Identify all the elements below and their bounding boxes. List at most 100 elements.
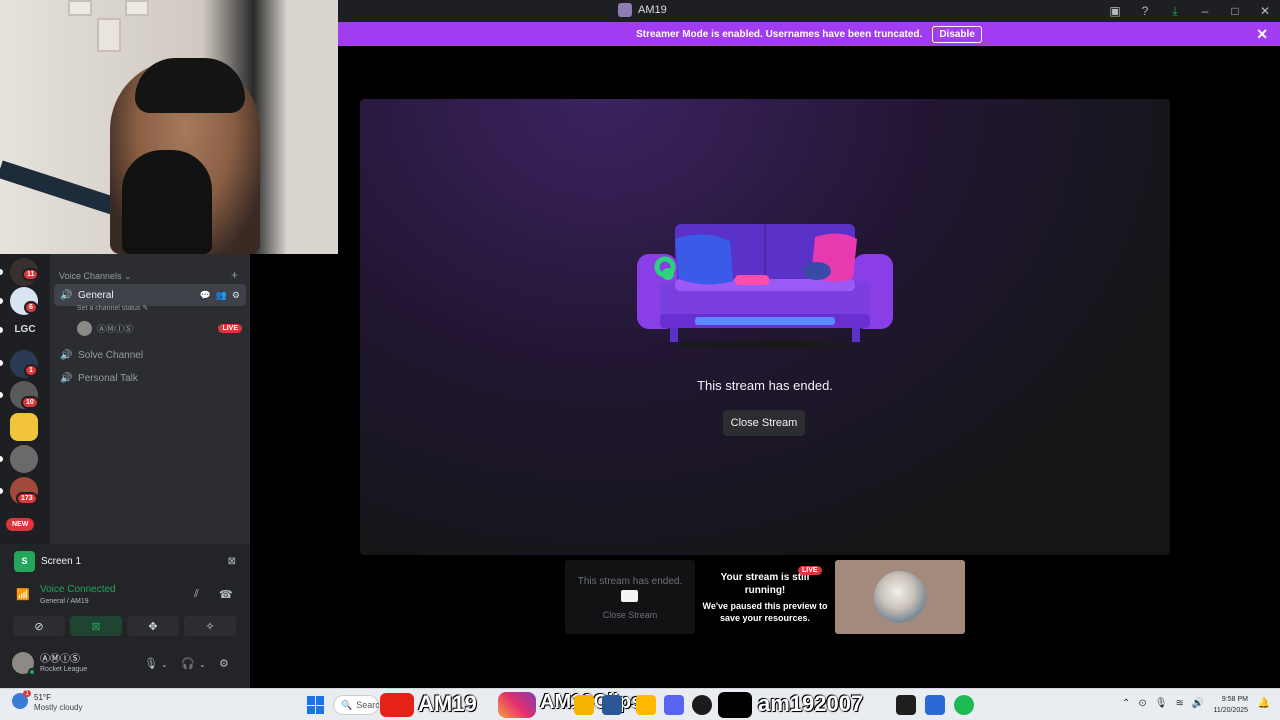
download-icon[interactable]: ⤓ bbox=[1160, 0, 1190, 22]
channel-status[interactable]: Set a channel status ✎ bbox=[77, 304, 148, 312]
soundboard-button[interactable]: ✧ bbox=[184, 616, 236, 636]
microphone bbox=[122, 150, 212, 254]
title-bar: AM19 ▣ ? ⤓ – □ ✕ bbox=[338, 0, 1280, 22]
signal-icon[interactable]: 📶 bbox=[16, 588, 30, 601]
mention-badge: 6 bbox=[24, 301, 38, 314]
gear-icon[interactable]: ⚙ bbox=[232, 290, 240, 301]
couch-illustration bbox=[637, 224, 893, 349]
invite-icon[interactable]: 👥 bbox=[216, 290, 227, 301]
close-icon[interactable]: ✕ bbox=[1256, 26, 1268, 43]
gear-icon[interactable]: ⚙ bbox=[219, 657, 229, 670]
user-name: ⒶⓂⒾⓈ bbox=[40, 653, 80, 665]
steam-icon[interactable] bbox=[692, 695, 712, 715]
pencil-icon: ✎ bbox=[142, 305, 149, 312]
user-area[interactable]: ⒶⓂⒾⓈ Rocket League bbox=[12, 652, 88, 676]
network-icon[interactable]: ⊙ bbox=[1138, 698, 1146, 709]
channel-solve[interactable]: 🔊 Solve Channel bbox=[54, 344, 246, 366]
mention-badge: 1 bbox=[24, 364, 38, 377]
microphone-icon[interactable]: 🎙 bbox=[144, 657, 158, 670]
unread-pill bbox=[0, 298, 3, 304]
camera-off-button[interactable]: ⊘ bbox=[13, 616, 65, 636]
close-icon[interactable]: ✕ bbox=[1250, 0, 1280, 22]
unread-pill bbox=[0, 269, 3, 275]
app-icon[interactable] bbox=[602, 695, 622, 715]
time: 9:58 PM bbox=[1221, 696, 1248, 703]
chevron-down-icon[interactable]: ⌄ bbox=[199, 660, 206, 669]
weather-icon: 1 bbox=[12, 690, 31, 709]
participant-tile[interactable] bbox=[835, 560, 965, 634]
shield-icon[interactable] bbox=[925, 695, 945, 715]
stream-preview-ended[interactable]: This stream has ended. Close Stream bbox=[565, 560, 695, 634]
online-status-dot bbox=[28, 668, 36, 676]
notification-icon[interactable]: 🔔 bbox=[1258, 698, 1270, 709]
youtube-icon bbox=[380, 693, 414, 717]
close-stream-button[interactable]: Close Stream bbox=[723, 410, 805, 436]
weather-condition: Mostly cloudy bbox=[34, 703, 83, 712]
mention-badge: 10 bbox=[21, 396, 39, 409]
screen-share-row[interactable]: S Screen 1 ⊠ bbox=[14, 550, 236, 572]
channel-general[interactable]: 🔊 General 💬 👥 ⚙ bbox=[54, 284, 246, 306]
discord-icon[interactable] bbox=[664, 695, 684, 715]
maximize-icon[interactable]: □ bbox=[1220, 0, 1250, 22]
search-icon: 🔍 bbox=[341, 699, 353, 710]
help-icon[interactable]: ? bbox=[1130, 0, 1160, 22]
channel-status-text: Set a channel status bbox=[77, 305, 141, 312]
stream-ended-card: This stream has ended. Close Stream bbox=[360, 99, 1170, 555]
window-title-text: AM19 bbox=[638, 4, 667, 16]
paused-subtitle: We've paused this preview to save your r… bbox=[702, 601, 828, 623]
screen-share-button[interactable]: ⊠ bbox=[70, 616, 122, 636]
chevron-up-icon[interactable]: ⌃ bbox=[1122, 698, 1130, 709]
search-box[interactable]: 🔍 Search bbox=[333, 695, 385, 715]
channel-personal-talk[interactable]: 🔊 Personal Talk bbox=[54, 367, 246, 389]
stream-preview-paused[interactable]: Your stream is still running! LIVE We've… bbox=[700, 560, 830, 634]
system-tray: ⌃ ⊙ 🎙 ≋ 🔊 bbox=[1122, 698, 1204, 709]
unread-pill bbox=[0, 392, 3, 398]
voice-panel: S Screen 1 ⊠ 📶 Voice Connected General /… bbox=[0, 544, 250, 688]
disconnect-icon[interactable]: ☎ bbox=[219, 588, 233, 601]
server-icon[interactable] bbox=[10, 445, 38, 473]
screen-label: Screen 1 bbox=[41, 555, 82, 567]
webcam-overlay bbox=[0, 0, 338, 254]
monitor-icon bbox=[621, 590, 638, 602]
taskbar: 1 51°F Mostly cloudy 🔍Search AM19 AM19Cl… bbox=[0, 688, 1280, 720]
tiktok-handle: am192007 bbox=[758, 691, 864, 716]
channel-name: Solve Channel bbox=[78, 349, 144, 361]
headphones-icon[interactable]: 🎧 bbox=[181, 657, 195, 670]
chevron-down-icon[interactable]: ⌄ bbox=[161, 660, 168, 669]
terminal-icon[interactable] bbox=[896, 695, 916, 715]
new-badge[interactable]: NEW bbox=[6, 518, 35, 531]
start-icon[interactable] bbox=[307, 696, 325, 714]
chat-icon[interactable]: 💬 bbox=[199, 290, 210, 301]
chevron-down-icon: ⌄ bbox=[124, 271, 132, 281]
disable-streamer-mode-button[interactable]: Disable bbox=[932, 25, 982, 43]
wifi-icon[interactable]: ≋ bbox=[1175, 698, 1183, 709]
mention-badge: 11 bbox=[22, 268, 40, 281]
chrome-icon[interactable] bbox=[574, 695, 594, 715]
preview-close-stream[interactable]: Close Stream bbox=[565, 610, 695, 620]
weather-widget[interactable]: 1 51°F Mostly cloudy bbox=[12, 690, 83, 713]
preview-ended-text: This stream has ended. bbox=[577, 576, 683, 587]
stop-share-icon[interactable]: ⊠ bbox=[228, 556, 236, 567]
voice-member[interactable]: ⒶⓂⒾⓈ LIVE bbox=[77, 320, 245, 336]
banner-text: Streamer Mode is enabled. Usernames have… bbox=[636, 28, 923, 40]
minimize-icon[interactable]: – bbox=[1190, 0, 1220, 22]
microphone-icon[interactable]: 🎙 bbox=[1155, 698, 1168, 709]
folder-icon[interactable] bbox=[636, 695, 656, 715]
category-header[interactable]: Voice Channels ⌄ bbox=[59, 271, 132, 282]
voice-channel-path[interactable]: General / AM19 bbox=[40, 598, 89, 605]
voice-status[interactable]: Voice Connected bbox=[40, 584, 116, 595]
avatar bbox=[12, 652, 36, 676]
clock[interactable]: 9:58 PM 11/20/2025 bbox=[1213, 694, 1248, 716]
live-badge: LIVE bbox=[218, 323, 242, 333]
channel-list: Voice Channels ⌄ + 🔊 General 💬 👥 ⚙ Set a… bbox=[50, 254, 250, 544]
add-channel-icon[interactable]: + bbox=[231, 268, 238, 282]
unread-pill bbox=[0, 488, 3, 494]
server-icon[interactable] bbox=[10, 413, 38, 441]
activities-button[interactable]: ✥ bbox=[127, 616, 179, 636]
inbox-icon[interactable]: ▣ bbox=[1100, 0, 1130, 22]
user-activity: Rocket League bbox=[40, 665, 88, 673]
noise-suppression-icon[interactable]: ⫽ bbox=[194, 588, 199, 601]
spotify-icon[interactable] bbox=[954, 695, 974, 715]
volume-icon[interactable]: 🔊 bbox=[1192, 698, 1204, 709]
server-icon-lgc[interactable]: LGC bbox=[7, 324, 43, 335]
